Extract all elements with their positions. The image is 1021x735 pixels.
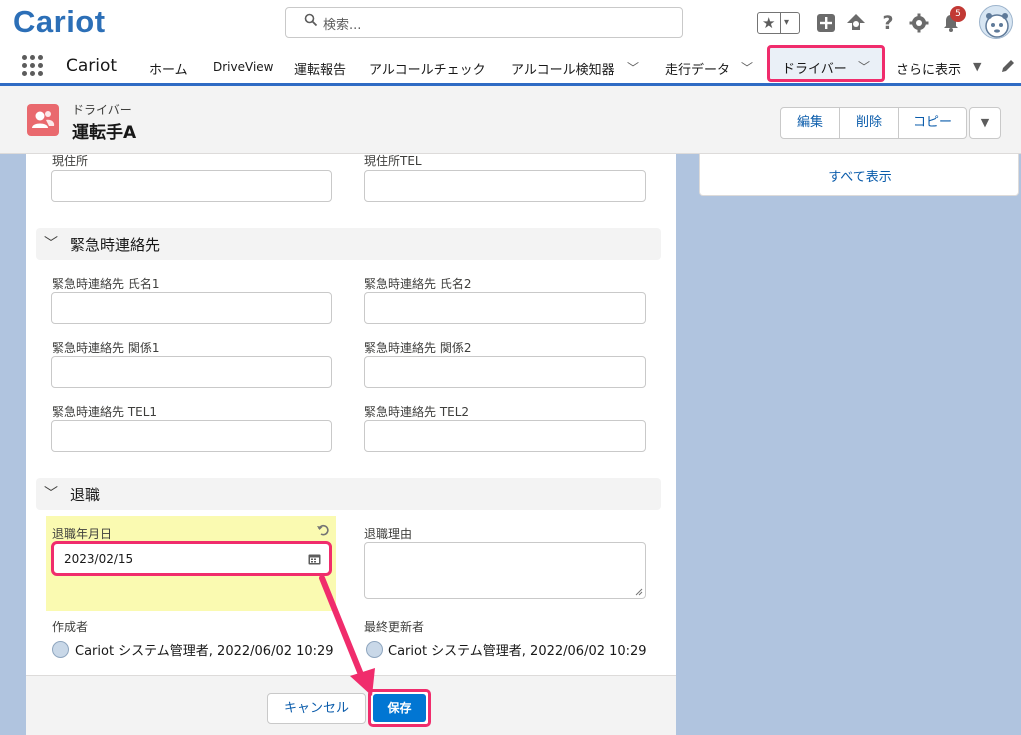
nav-tab-drive-report[interactable]: 運転報告 — [294, 59, 346, 78]
user-avatar-icon — [52, 641, 69, 658]
field-label-emergency-rel2: 緊急時連絡先 関係2 — [364, 341, 472, 355]
trailhead-icon[interactable] — [845, 12, 867, 34]
section-emergency-contact[interactable]: ﹀ 緊急時連絡先 — [36, 228, 661, 260]
global-add-icon[interactable] — [815, 12, 837, 34]
field-label-address-tel: 現住所TEL — [364, 154, 422, 168]
address-tel-input[interactable] — [364, 170, 646, 202]
field-label-created-by: 作成者 — [52, 620, 89, 634]
undo-icon[interactable] — [316, 523, 330, 537]
favorites-divider — [780, 13, 781, 33]
record-object-label: ドライバー — [72, 103, 132, 117]
address-input[interactable] — [51, 170, 332, 202]
section-retirement[interactable]: ﹀ 退職 — [36, 478, 661, 510]
nav-tab-home[interactable]: ホーム — [149, 59, 188, 78]
section-title-retirement: 退職 — [70, 486, 101, 504]
nav-tab-alcohol-detector[interactable]: アルコール検知器 — [511, 59, 615, 78]
nav-tab-driveview[interactable]: DriveView — [213, 60, 273, 74]
delete-button[interactable]: 削除 — [840, 108, 899, 138]
global-header: Cariot 検索... ★ ▾ ? 5 — [0, 0, 1021, 48]
emergency-tel2-input[interactable] — [364, 420, 646, 452]
user-avatar-icon — [366, 641, 383, 658]
field-label-emergency-name2: 緊急時連絡先 氏名2 — [364, 277, 472, 291]
modified-by-value[interactable]: Cariot システム管理者, 2022/06/02 10:29 — [388, 640, 647, 659]
field-label-retirement-date: 退職年月日 — [52, 527, 113, 541]
notification-count-badge: 5 — [950, 6, 966, 22]
field-label-address: 現住所 — [52, 154, 89, 168]
global-search-input[interactable]: 検索... — [285, 7, 683, 38]
save-button-highlight: 保存 — [368, 689, 431, 727]
emergency-rel2-input[interactable] — [364, 356, 646, 388]
related-list-card: すべて表示 — [699, 154, 1019, 196]
field-label-emergency-tel1: 緊急時連絡先 TEL1 — [52, 405, 158, 419]
record-title: 運転手A — [72, 123, 137, 143]
section-title-emergency: 緊急時連絡先 — [70, 236, 161, 254]
nav-tab-driver-label: ドライバー — [782, 62, 847, 77]
field-label-emergency-name1: 緊急時連絡先 氏名1 — [52, 277, 160, 291]
favorites-button[interactable]: ★ ▾ — [757, 12, 800, 34]
edit-button[interactable]: 編集 — [781, 108, 840, 138]
chevron-down-icon[interactable]: ﹀ — [858, 58, 870, 75]
chevron-down-icon[interactable]: ﹀ — [741, 59, 753, 76]
edit-nav-pencil-icon[interactable] — [1000, 58, 1016, 74]
field-label-emergency-tel2: 緊急時連絡先 TEL2 — [364, 405, 470, 419]
copy-button[interactable]: コピー — [899, 108, 966, 138]
star-icon: ★ — [762, 14, 776, 32]
retirement-date-input[interactable]: 2023/02/15 — [51, 541, 332, 576]
record-action-group: 編集 削除 コピー — [780, 107, 967, 139]
favorites-dropdown-icon[interactable]: ▾ — [784, 15, 789, 31]
help-icon[interactable]: ? — [877, 12, 899, 34]
driver-object-icon — [27, 104, 59, 136]
cancel-button[interactable]: キャンセル — [267, 693, 366, 724]
show-all-link[interactable]: すべて表示 — [700, 166, 1020, 185]
field-label-emergency-rel1: 緊急時連絡先 関係1 — [52, 341, 160, 355]
nav-more[interactable]: さらに表示 — [896, 59, 961, 78]
more-actions-button[interactable]: ▼ — [969, 107, 1001, 139]
chevron-down-icon: ﹀ — [44, 486, 58, 502]
nav-tab-alcohol-check[interactable]: アルコールチェック — [369, 59, 486, 78]
settings-gear-icon[interactable] — [908, 12, 930, 34]
app-name: Cariot — [66, 56, 118, 76]
emergency-tel1-input[interactable] — [51, 420, 332, 452]
cariot-logo[interactable]: Cariot — [13, 4, 106, 40]
field-label-modified-by: 最終更新者 — [364, 620, 425, 634]
search-placeholder: 検索... — [323, 18, 362, 33]
resize-handle-icon[interactable] — [635, 588, 643, 596]
created-by-value[interactable]: Cariot システム管理者, 2022/06/02 10:29 — [75, 640, 334, 659]
user-avatar[interactable] — [979, 5, 1013, 39]
field-label-retirement-reason: 退職理由 — [364, 527, 413, 541]
nav-tab-driver[interactable]: ドライバー ﹀ — [767, 45, 885, 82]
app-launcher-icon[interactable] — [22, 55, 44, 77]
nav-tab-driving-data[interactable]: 走行データ — [665, 59, 730, 78]
emergency-name1-input[interactable] — [51, 292, 332, 324]
save-button[interactable]: 保存 — [373, 694, 426, 722]
emergency-rel1-input[interactable] — [51, 356, 332, 388]
app-navigation-bar: Cariot ホーム DriveView 運転報告 アルコールチェック アルコー… — [0, 45, 1021, 86]
calendar-icon[interactable] — [308, 553, 321, 565]
retirement-date-value: 2023/02/15 — [64, 552, 134, 566]
emergency-name2-input[interactable] — [364, 292, 646, 324]
retirement-reason-textarea[interactable] — [364, 542, 646, 599]
chevron-down-icon[interactable]: ﹀ — [627, 59, 639, 76]
caret-down-icon[interactable]: ▼ — [973, 60, 981, 73]
search-icon — [304, 13, 318, 27]
chevron-down-icon: ﹀ — [44, 236, 58, 252]
